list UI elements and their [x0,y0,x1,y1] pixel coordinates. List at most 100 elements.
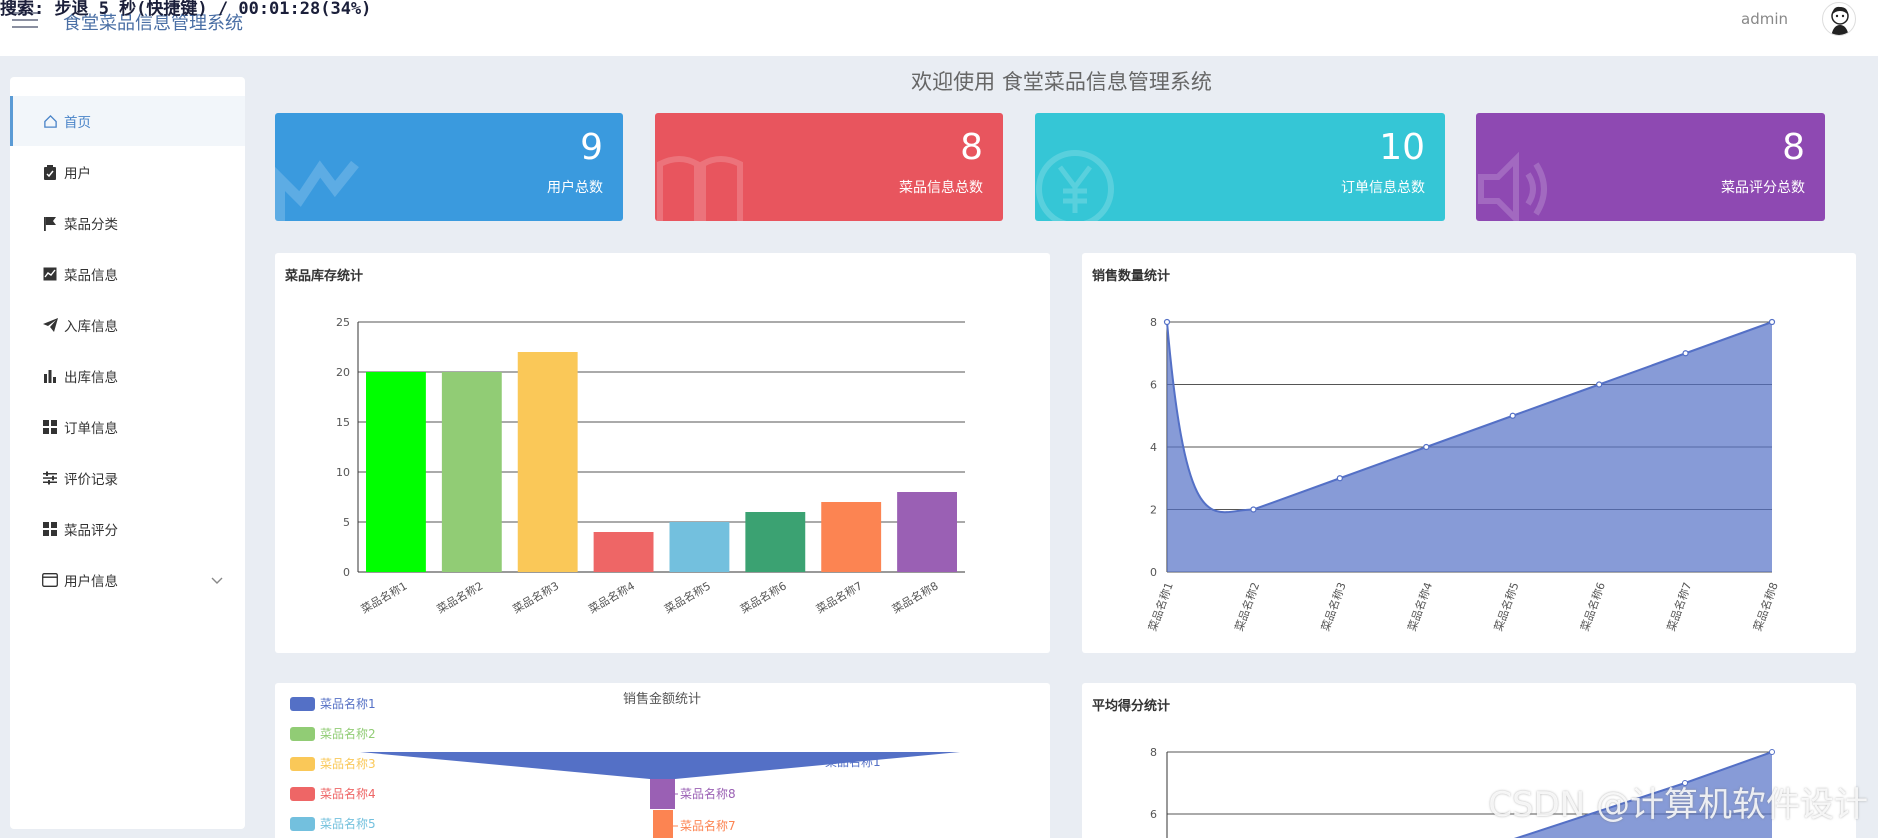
y-tick-label: 20 [336,366,350,379]
speaker-icon [1476,149,1566,221]
stat-label: 菜品信息总数 [899,180,983,196]
bar [517,352,578,572]
stat-card-dish-info[interactable]: 8 菜品信息总数 [655,113,1003,221]
legend-label: 菜品名称3 [320,756,376,771]
stat-card-orders[interactable]: 10 订单信息总数 [1035,113,1445,221]
legend-swatch [290,817,315,831]
avatar[interactable] [1822,2,1856,36]
x-tick-label: 菜品名称1 [358,578,409,616]
sidebar-item-label: 用户 [64,166,91,182]
sidebar: 首页 用户 菜品分类 菜品信息 入库信息 出库信息 订单信息 评价记录 菜品评分… [10,77,245,829]
chart-icon [42,266,58,282]
y-tick-label: 25 [336,316,350,329]
sales-amount-funnel-chart[interactable]: 销售金额统计菜品名称1菜品名称2菜品名称3菜品名称4菜品名称5菜品名称1菜品名称… [275,683,1050,838]
x-tick-label: 菜品名称4 [586,578,637,616]
flag-icon [42,215,58,231]
x-tick-label: 菜品名称4 [1405,580,1436,633]
stat-card-ratings[interactable]: 8 菜品评分总数 [1476,113,1825,221]
paper-plane-icon [42,317,58,333]
data-point [1768,318,1776,326]
y-tick-label: 8 [1150,746,1157,759]
x-tick-label: 菜品名称7 [814,578,865,616]
sidebar-item-reviews[interactable]: 评价记录 [10,453,245,503]
funnel-label: 菜品名称8 [680,786,736,801]
legend-swatch [290,787,315,801]
chevron-down-icon[interactable] [211,573,223,589]
clipboard-icon [42,164,58,180]
sidebar-item-stock-in[interactable]: 入库信息 [10,300,245,350]
book-icon [655,149,745,221]
stock-chart-panel: 菜品库存统计 0 5 10 15 20 25 菜品名称1 菜品名称2 菜品名称3 菜品名称4 菜品名… [275,253,1050,653]
chart-title: 销售金额统计 [623,691,701,707]
stat-label: 订单信息总数 [1341,180,1425,196]
bar [821,502,882,572]
y-tick-label: 2 [1150,504,1157,517]
x-tick-label: 菜品名称8 [889,578,940,616]
sidebar-item-home[interactable]: 首页 [10,96,245,146]
sidebar-item-stock-out[interactable]: 出库信息 [10,351,245,401]
y-tick-label: 4 [1150,441,1157,454]
bar [897,492,957,572]
trend-icon [275,149,365,221]
legend-label: 菜品名称2 [320,726,376,741]
sidebar-item-dish-category[interactable]: 菜品分类 [10,198,245,248]
stock-bar-chart[interactable]: 0 5 10 15 20 25 菜品名称1 菜品名称2 菜品名称3 菜品名称4 菜品名称5 菜品名称6… [275,253,1050,653]
bar-chart-icon [42,368,58,384]
data-point [1769,749,1775,755]
sidebar-item-users[interactable]: 用户 [10,147,245,197]
welcome-heading: 欢迎使用 食堂菜品信息管理系统 [911,70,1212,94]
data-point [1163,318,1171,326]
data-point [1423,443,1430,451]
data-point [1596,381,1603,388]
grid-icon [42,521,58,537]
x-tick-label: 菜品名称2 [1232,580,1263,633]
x-tick-label: 菜品名称1 [1145,580,1176,633]
bar [366,372,426,572]
stat-value: 8 [960,127,983,168]
funnel-label: 菜品名称7 [680,818,736,833]
x-tick-label: 菜品名称3 [510,578,561,616]
x-tick-label: 菜品名称7 [1664,580,1695,633]
x-tick-label: 菜品名称6 [1577,580,1608,633]
legend-swatch [290,727,315,741]
grid-icon [42,419,58,435]
y-tick-label: 10 [336,466,350,479]
stat-label: 菜品评分总数 [1721,180,1805,196]
sidebar-item-dish-rating[interactable]: 菜品评分 [10,504,245,554]
home-icon [42,113,58,129]
x-tick-label: 菜品名称3 [1318,580,1349,633]
sidebar-item-label: 菜品评分 [64,523,118,539]
data-point [1682,350,1689,357]
legend-label: 菜品名称1 [320,696,376,711]
sales-qty-area-chart[interactable]: 0 2 4 6 8 菜品名称1 菜品名称2 菜品名称3 菜品名称4 菜品名称5 菜品名称6 菜品名称7… [1082,253,1856,653]
sidebar-item-label: 用户信息 [64,574,118,590]
stat-card-users[interactable]: 9 用户总数 [275,113,623,221]
y-tick-label: 0 [1150,566,1157,579]
y-tick-label: 15 [336,416,350,429]
sidebar-item-label: 出库信息 [64,370,118,386]
sales-amount-chart-panel: 销售金额统计 菜品名称1 菜品名称2 菜品名称3 菜品名称4 菜品名称5 菜品名称1 菜品名称… [275,683,1050,838]
yen-icon [1035,149,1125,221]
stat-value: 9 [580,127,603,168]
sliders-icon [42,470,58,486]
sidebar-item-label: 菜品信息 [64,268,118,284]
sidebar-item-orders[interactable]: 订单信息 [10,402,245,452]
bar [441,372,502,572]
y-tick-label: 6 [1150,379,1157,392]
stat-value: 8 [1782,127,1805,168]
sales-qty-chart-panel: 销售数量统计 0 2 4 6 8 菜品名称1 菜品名称2 菜品名称3 菜品名称4 菜品名称5 菜品名… [1082,253,1856,653]
stat-value: 10 [1379,127,1425,168]
stat-label: 用户总数 [547,180,603,196]
card-icon [42,572,58,588]
sidebar-item-user-info[interactable]: 用户信息 [10,555,245,605]
y-tick-label: 5 [343,516,350,529]
video-overlay-text: 搜索: 步退 5 秒(快捷键) / 00:01:28(34%) [0,0,372,19]
funnel-segment [653,810,673,838]
funnel-label: 菜品名称1 [825,754,881,769]
x-tick-label: 菜品名称5 [662,578,713,616]
sidebar-item-label: 首页 [64,115,91,131]
user-name[interactable]: admin [1741,10,1788,28]
data-point [1336,475,1343,482]
sidebar-item-dish-info[interactable]: 菜品信息 [10,249,245,299]
y-tick-label: 0 [343,566,350,579]
